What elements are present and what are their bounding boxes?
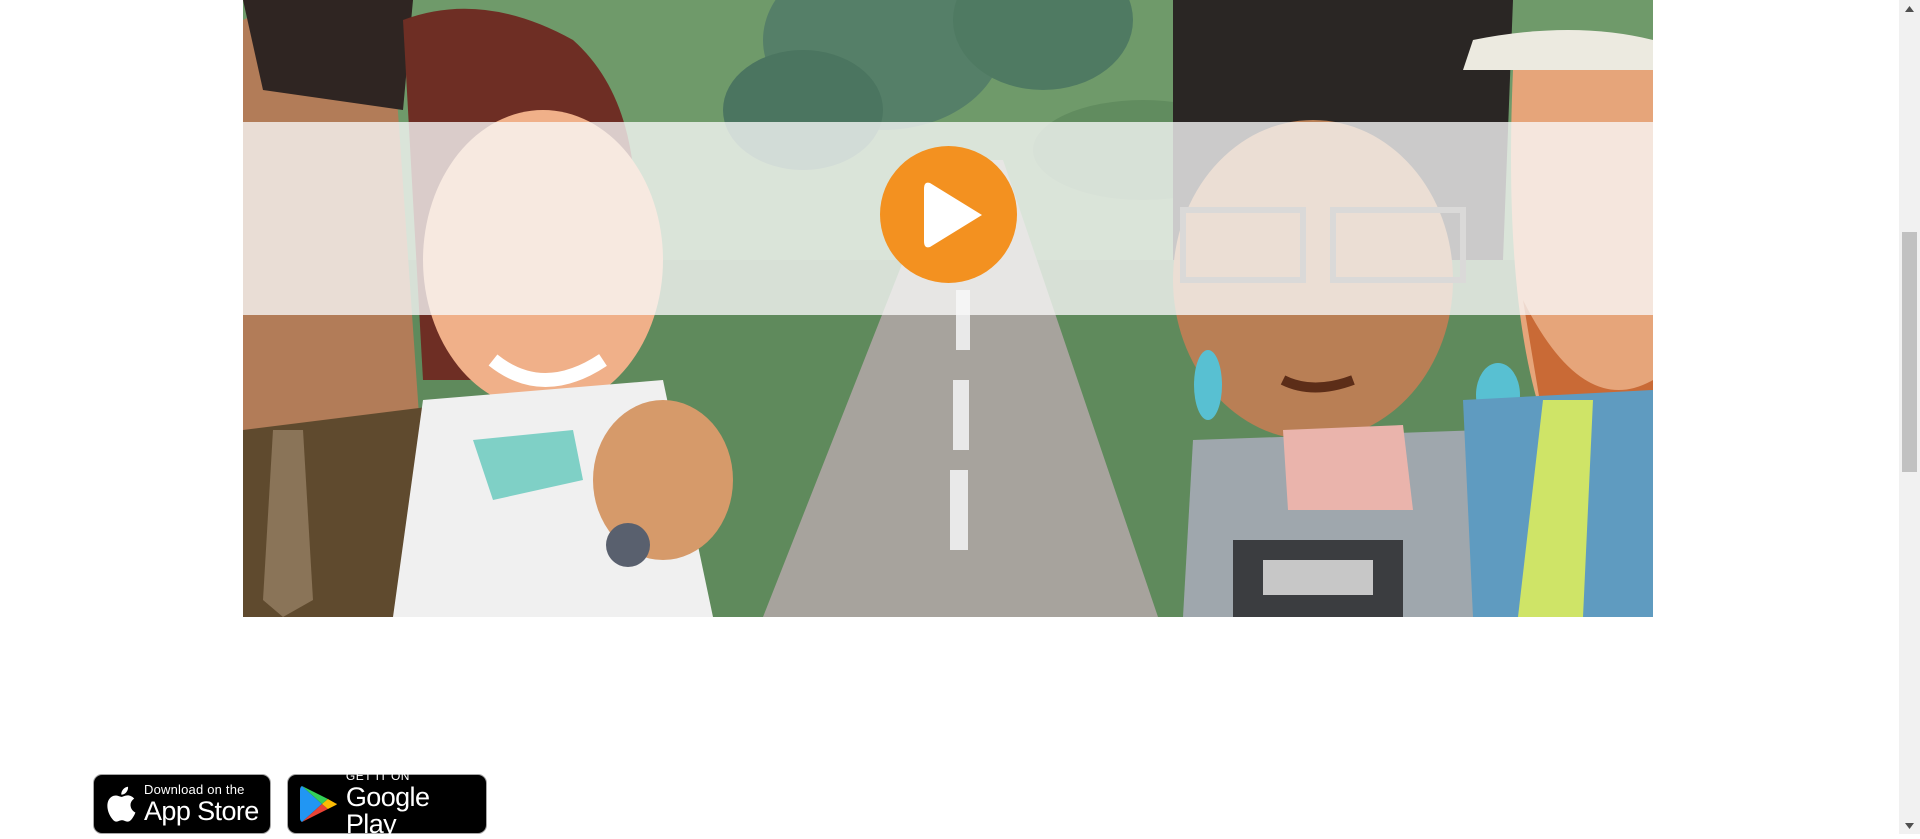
scroll-up-button[interactable] <box>1899 0 1920 17</box>
scroll-down-button[interactable] <box>1899 817 1920 834</box>
scroll-down-arrow-icon <box>1905 822 1914 829</box>
app-store-small-text: Download on the <box>144 782 245 797</box>
app-store-badges: Download on the App Store GET IT ON Goog… <box>93 770 487 838</box>
play-button[interactable] <box>880 146 1017 283</box>
google-play-big-text: Google Play <box>345 782 430 839</box>
google-play-small-text: GET IT ON <box>345 769 410 783</box>
video-player[interactable] <box>243 0 1653 617</box>
apple-logo-icon <box>107 786 136 822</box>
google-play-badge[interactable]: GET IT ON Google Play <box>287 770 487 838</box>
vertical-scrollbar[interactable] <box>1899 0 1920 834</box>
scroll-up-arrow-icon <box>1905 5 1914 12</box>
scrollbar-thumb[interactable] <box>1902 232 1917 472</box>
app-store-big-text: App Store <box>144 796 259 826</box>
app-store-badge[interactable]: Download on the App Store <box>93 774 271 834</box>
google-play-logo-icon <box>300 786 337 822</box>
play-icon <box>923 182 982 247</box>
